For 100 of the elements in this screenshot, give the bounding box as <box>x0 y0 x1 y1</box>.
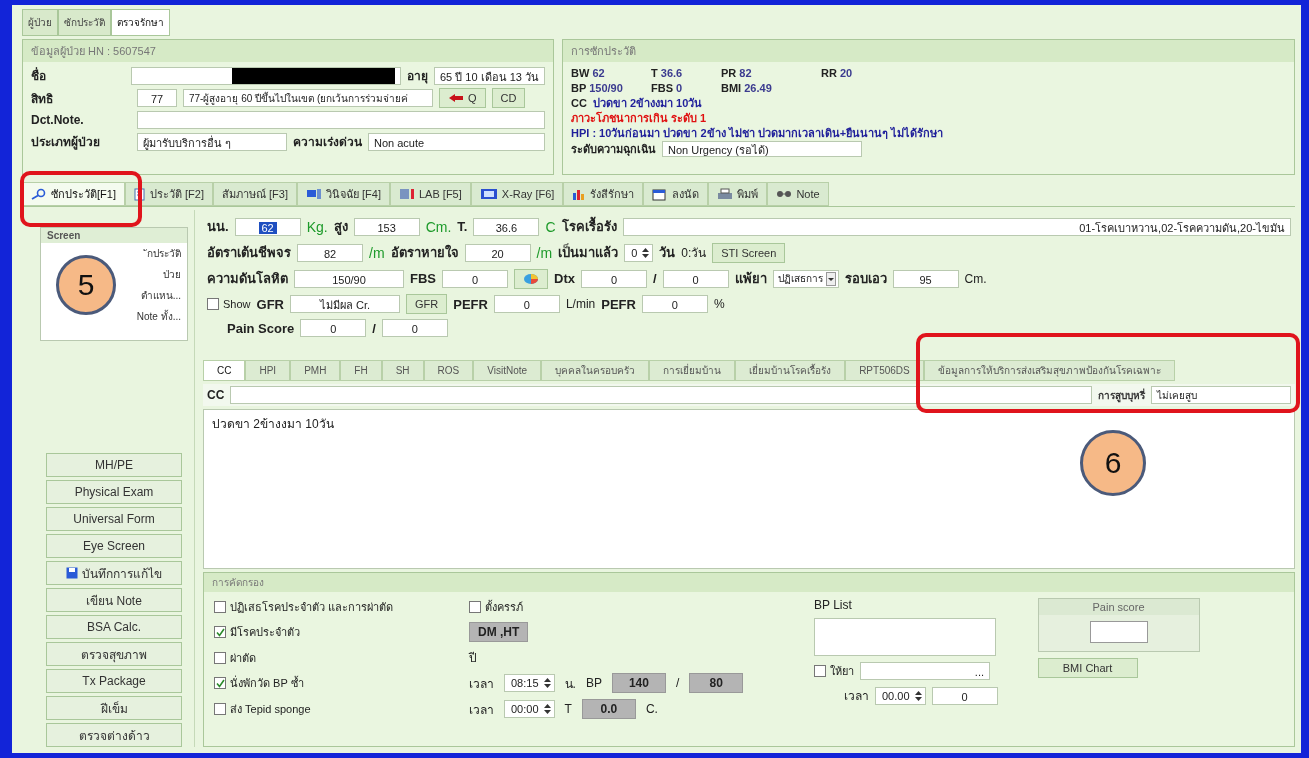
spin-arrows-icon[interactable] <box>913 688 923 703</box>
tab[interactable]: ประวัติ [F2] <box>124 182 213 206</box>
input-field[interactable] <box>1089 621 1148 643</box>
dropdown[interactable]: ไม่เคยสูบ <box>1151 386 1291 404</box>
side-button[interactable]: MH/PE <box>46 453 182 477</box>
side-button[interactable]: เขียน Note <box>46 588 182 612</box>
input-field[interactable]: 0 <box>662 269 729 288</box>
spin-arrows-icon[interactable] <box>542 702 552 716</box>
spin-field[interactable]: 08:15 <box>504 674 555 692</box>
input-field[interactable]: 95 <box>892 269 959 288</box>
tab[interactable]: VisitNote <box>473 360 542 381</box>
side-button[interactable]: Eye Screen <box>46 534 182 558</box>
q-button[interactable]: Q <box>439 88 486 108</box>
field-label: ความดันโลหิต <box>207 270 288 288</box>
spin-arrows-icon[interactable] <box>641 245 651 260</box>
action-button[interactable]: GFR <box>406 294 448 314</box>
chart-button[interactable] <box>514 268 548 289</box>
tab[interactable]: การเยี่ยมบ้าน <box>649 360 736 381</box>
input-field[interactable]: 0 <box>580 269 647 288</box>
spin-field[interactable]: 00.00 <box>875 686 926 705</box>
action-button[interactable]: STI Screen <box>712 242 786 263</box>
input-field[interactable]: 0 <box>300 319 367 337</box>
tab[interactable]: พิมพ์ <box>708 182 768 206</box>
browse-field[interactable]: ... <box>860 662 990 680</box>
input-field[interactable]: 0 <box>641 295 708 313</box>
input-field[interactable]: 77 <box>137 89 177 107</box>
spin-field[interactable]: 00:00 <box>504 700 555 718</box>
spin-arrows-icon[interactable] <box>542 676 552 690</box>
tab[interactable]: ตรวจรักษา <box>111 9 170 36</box>
tab[interactable]: CC <box>203 360 246 381</box>
input-field[interactable]: 77-ผู้สูงอายุ 60 ปีขึ้นไปในเขต (ยกเว้นการร่วมจ่ายค่ <box>183 89 433 107</box>
name-field[interactable] <box>131 66 401 85</box>
checkbox[interactable]: ส่ง Tepid sponge <box>214 700 311 718</box>
tab[interactable]: PMH <box>290 360 341 381</box>
input-field[interactable]: 0.0 <box>581 699 636 719</box>
input-field[interactable]: 0 <box>381 319 448 337</box>
input-field[interactable]: 62 <box>234 217 301 236</box>
input-field[interactable]: 80 <box>689 673 744 693</box>
checkbox[interactable]: ตั้งครรภ์ <box>469 598 523 616</box>
input-field[interactable]: 20 <box>464 243 531 262</box>
input-field[interactable]: 0 <box>931 686 998 705</box>
tab[interactable]: HPI <box>245 360 291 381</box>
tab[interactable]: X-Ray [F6] <box>470 182 564 206</box>
tab[interactable]: ROS <box>423 360 474 381</box>
checkbox[interactable]: ให้ยา <box>814 662 854 680</box>
tab[interactable]: วินิจฉัย [F4] <box>297 182 390 206</box>
list-item[interactable]: Note ทั้ง... <box>132 306 187 327</box>
spin-field[interactable]: 0 <box>624 243 654 262</box>
note-field[interactable] <box>137 111 545 129</box>
input-field[interactable]: ไม่มีผล Cr. <box>290 295 400 313</box>
side-button[interactable]: ตรวจสุขภาพ <box>46 642 182 666</box>
field-label: อัตราเต้นชีพจร <box>207 244 291 262</box>
tab[interactable]: RPT506DS <box>845 360 924 381</box>
input-field[interactable]: 0 <box>442 269 508 288</box>
list-item[interactable]: ตำแหน... <box>136 285 187 306</box>
tab[interactable]: บุคคลในครอบครัว <box>541 360 650 381</box>
input-field[interactable]: Non acute <box>368 132 545 151</box>
tab[interactable]: SH <box>381 360 424 381</box>
tab[interactable]: รังสีรักษา <box>563 182 644 206</box>
side-button[interactable]: Tx Package <box>46 669 182 693</box>
tab[interactable]: เยี่ยมบ้านโรคเรื้อรัง <box>735 360 846 381</box>
tab[interactable]: FH <box>340 360 382 381</box>
tab[interactable]: LAB [F5] <box>390 182 471 206</box>
input-field[interactable]: 153 <box>353 217 420 236</box>
checkbox[interactable]: นั่งพักวัด BP ซ้ำ <box>214 674 304 692</box>
side-button[interactable]: ฝีเข็ม <box>46 696 182 720</box>
list-item[interactable]: ักประวัติ <box>143 243 187 264</box>
input-field[interactable]: 65 ปี 10 เดือน 13 วัน <box>434 66 545 85</box>
tab[interactable]: ลงนัด <box>643 182 709 206</box>
tab[interactable]: ซักประวัติ <box>58 9 111 36</box>
checkbox[interactable]: ผ่าตัด <box>214 648 256 667</box>
input-field[interactable]: 140 <box>611 673 666 693</box>
cd-button[interactable]: CD <box>491 88 526 108</box>
action-button[interactable]: BMI Chart <box>1037 658 1138 678</box>
input-field[interactable]: 150/90 <box>294 269 404 288</box>
input-field[interactable]: ผู้มารับบริการอื่น ๆ <box>137 132 287 151</box>
side-button[interactable]: Universal Form <box>46 507 182 531</box>
side-button[interactable]: BSA Calc. <box>46 615 182 639</box>
input-field[interactable]: Non Urgency (รอได้) <box>662 141 862 157</box>
tab[interactable]: ข้อมูลการให้บริการส่งเสริมสุขภาพป้องกันโรคเฉพาะ <box>923 360 1175 381</box>
list-item[interactable]: ป่วย <box>159 264 187 285</box>
input-field[interactable]: 01-โรคเบาหวาน,02-โรคความดัน,20-ไขมัน <box>622 217 1291 236</box>
side-button[interactable]: ตรวจต่างด้าว <box>46 723 182 747</box>
input-field[interactable]: 82 <box>297 243 363 262</box>
tab[interactable]: ซักประวัติ[F1] <box>22 182 125 206</box>
field-label: PEFR <box>601 296 636 312</box>
tab[interactable]: Note <box>767 182 829 206</box>
input-field[interactable]: 0 <box>493 295 560 313</box>
input-field[interactable] <box>230 386 1092 404</box>
checkbox[interactable]: Show <box>207 298 251 310</box>
side-button[interactable]: บันทึกการแก้ไข <box>46 561 182 585</box>
caret-icon[interactable] <box>825 271 836 286</box>
checkbox[interactable]: ปฏิเสธโรคประจำตัว และการผ่าตัด <box>214 598 394 616</box>
input-field[interactable]: 36.6 <box>473 217 540 236</box>
tab[interactable]: สัมภาษณ์ [F3] <box>212 182 297 206</box>
tab[interactable]: ผู้ป่วย <box>22 9 58 36</box>
side-button[interactable]: Physical Exam <box>46 480 182 504</box>
checkbox[interactable]: มีโรคประจำตัว <box>214 623 300 641</box>
input-field[interactable]: DM ,HT <box>469 622 529 642</box>
dropdown[interactable]: ปฏิเสธการ <box>772 269 839 288</box>
